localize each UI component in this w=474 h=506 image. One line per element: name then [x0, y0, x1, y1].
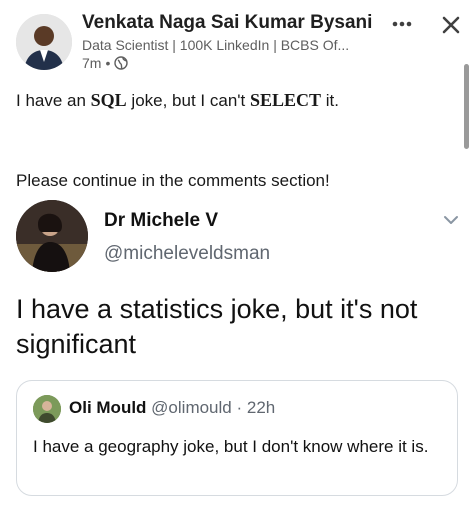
- quoted-author-avatar[interactable]: [33, 395, 61, 423]
- post-text-line-2: Please continue in the comments section!: [16, 171, 330, 190]
- author-headline: Data Scientist | 100K LinkedIn | BCBS Of…: [82, 37, 350, 53]
- close-icon: [442, 16, 460, 34]
- quoted-tweet-header: Oli Mould @olimould · 22h: [69, 398, 275, 418]
- post-meta: 7m •: [82, 55, 129, 71]
- author-name[interactable]: Venkata Naga Sai Kumar Bysani: [82, 12, 372, 34]
- more-icon: [392, 21, 412, 27]
- post-text-line-1: I have an SQL joke, but I can't SELECT i…: [16, 90, 339, 111]
- quoted-time: 22h: [246, 398, 276, 417]
- quoted-tweet-card[interactable]: Oli Mould @olimould · 22h I have a geogr…: [16, 380, 458, 496]
- quoted-tweet-text: I have a geography joke, but I don't kno…: [33, 437, 429, 456]
- tweet-author-name[interactable]: Dr Michele V: [104, 210, 218, 232]
- author-avatar[interactable]: [16, 14, 72, 70]
- quoted-author-handle[interactable]: @olimould: [151, 398, 232, 417]
- tweet-text: I have a statistics joke, but it's not s…: [16, 294, 418, 359]
- post-header: Venkata Naga Sai Kumar Bysani Data Scien…: [0, 0, 474, 80]
- quoted-author-name[interactable]: Oli Mould: [69, 398, 146, 417]
- globe-icon: [114, 56, 129, 70]
- post-text-a: I have an: [16, 91, 91, 110]
- post-time: 7m: [82, 55, 102, 71]
- close-button[interactable]: [438, 12, 464, 38]
- more-options-button[interactable]: [388, 12, 416, 36]
- quoted-dot-separator: ·: [236, 398, 243, 417]
- tweet-author-handle[interactable]: @micheleveldsman: [104, 243, 270, 265]
- tweet-menu-button[interactable]: [442, 213, 460, 227]
- chevron-down-icon: [444, 216, 458, 224]
- meta-separator: •: [105, 55, 111, 71]
- scrollbar[interactable]: [464, 64, 469, 149]
- post-text-select: SELECT: [249, 90, 322, 110]
- post-text-sql: SQL: [90, 90, 127, 110]
- post-text-c: it.: [321, 91, 339, 110]
- tweet-author-avatar[interactable]: [16, 200, 88, 272]
- post-text-b: joke, but I can't: [126, 91, 250, 110]
